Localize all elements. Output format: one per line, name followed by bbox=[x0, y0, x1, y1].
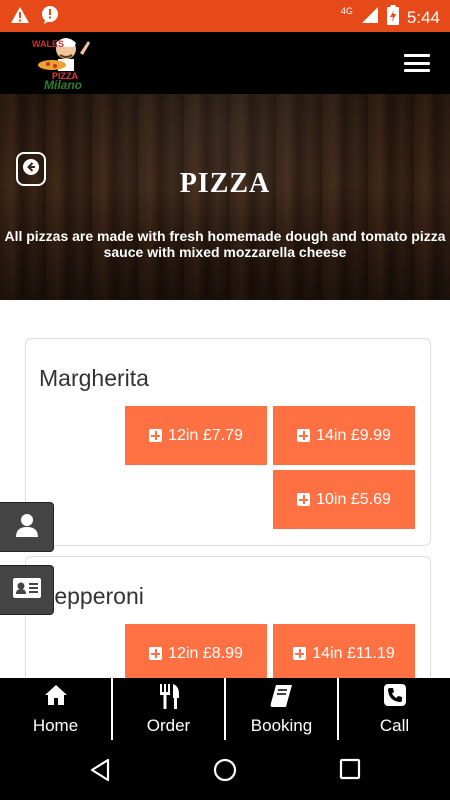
phone-icon bbox=[383, 684, 406, 711]
user-icon bbox=[15, 513, 38, 542]
nav-booking[interactable]: Booking bbox=[224, 678, 337, 740]
chat-alert-icon bbox=[40, 5, 60, 30]
nav-home[interactable]: Home bbox=[0, 678, 111, 740]
plus-icon bbox=[293, 647, 307, 660]
clock: 5:44 bbox=[406, 7, 440, 27]
network-type: 4G bbox=[340, 6, 353, 16]
menu-button[interactable] bbox=[404, 54, 430, 72]
add-size-button[interactable]: 14in £9.99 bbox=[273, 406, 415, 465]
nav-label: Booking bbox=[250, 716, 313, 735]
category-description: All pizzas are made with fresh homemade … bbox=[4, 228, 446, 260]
book-icon bbox=[270, 684, 294, 713]
add-size-button[interactable]: 10in £5.69 bbox=[273, 470, 415, 529]
plus-icon bbox=[149, 429, 163, 442]
price-label: 14in £11.19 bbox=[312, 644, 395, 662]
back-triangle-icon[interactable] bbox=[88, 758, 112, 787]
account-button[interactable] bbox=[0, 502, 54, 552]
nav-order[interactable]: Order bbox=[111, 678, 224, 740]
svg-text:Milano: Milano bbox=[44, 78, 82, 91]
id-card-icon bbox=[12, 577, 41, 604]
price-label: 12in £7.79 bbox=[168, 426, 243, 444]
plus-icon bbox=[297, 429, 311, 442]
menu-item-name: Pepperoni bbox=[39, 583, 144, 609]
price-label: 12in £8.99 bbox=[168, 644, 243, 662]
contact-card-button[interactable] bbox=[0, 565, 54, 615]
signal-icon bbox=[361, 6, 379, 29]
menu-item-card: Pepperoni 12in £8.99 14in £11.19 bbox=[25, 556, 431, 696]
add-size-button[interactable]: 12in £7.79 bbox=[125, 406, 267, 465]
status-bar: 4G 5:44 bbox=[0, 0, 450, 32]
nav-label: Call bbox=[379, 716, 410, 735]
price-label: 14in £9.99 bbox=[316, 426, 391, 444]
plus-icon bbox=[297, 493, 311, 506]
menu-item-card: Margherita 12in £7.79 14in £9.99 10in £5… bbox=[25, 338, 431, 546]
menu-item-name: Margherita bbox=[39, 365, 149, 391]
page-title: PIZZA bbox=[179, 168, 271, 199]
nav-label: Home bbox=[32, 716, 79, 735]
price-label: 10in £5.69 bbox=[316, 490, 391, 508]
plus-icon bbox=[149, 647, 163, 660]
cutlery-icon bbox=[158, 684, 180, 715]
logo[interactable]: WALES PIZZA Milano bbox=[30, 35, 94, 92]
home-circle-icon[interactable] bbox=[213, 758, 237, 787]
add-size-button[interactable]: 14in £11.19 bbox=[273, 624, 415, 683]
hero-banner: PIZZA All pizzas are made with fresh hom… bbox=[0, 94, 450, 300]
nav-label: Order bbox=[146, 716, 191, 735]
warning-icon bbox=[10, 6, 30, 29]
nav-call[interactable]: Call bbox=[337, 678, 450, 740]
add-size-button[interactable]: 12in £8.99 bbox=[125, 624, 267, 683]
app-header: WALES PIZZA Milano bbox=[0, 32, 450, 94]
bottom-nav: Home Order Booking Call bbox=[0, 678, 450, 740]
home-icon bbox=[44, 684, 68, 711]
recents-square-icon[interactable] bbox=[339, 758, 361, 785]
system-nav-bar bbox=[0, 740, 450, 800]
svg-text:WALES: WALES bbox=[32, 39, 64, 49]
battery-icon bbox=[386, 5, 399, 30]
